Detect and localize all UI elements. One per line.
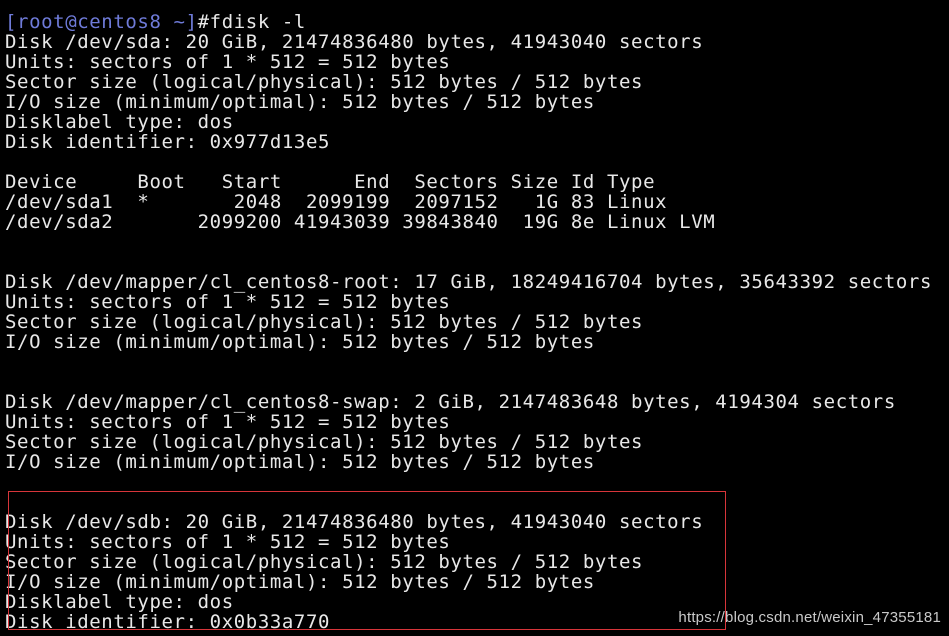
terminal-line: Sector size (logical/physical): 512 byte… [5, 311, 644, 333]
terminal-line: Sector size (logical/physical): 512 byte… [5, 71, 644, 93]
terminal-line: Units: sectors of 1 * 512 = 512 bytes [5, 51, 451, 73]
terminal-window[interactable]: [root@centos8 ~]#fdisk -l Disk /dev/sda:… [0, 0, 949, 636]
terminal-line: I/O size (minimum/optimal): 512 bytes / … [5, 91, 595, 113]
terminal-line: Disk identifier: 0x977d13e5 [5, 131, 331, 153]
partition-row: /dev/sda1 * 2048 2099199 2097152 1G 83 L… [5, 191, 668, 213]
terminal-line: Sector size (logical/physical): 512 byte… [5, 431, 644, 453]
terminal-line: I/O size (minimum/optimal): 512 bytes / … [5, 571, 595, 593]
terminal-line: Disk /dev/mapper/cl_centos8-root: 17 GiB… [5, 271, 932, 293]
terminal-line: Units: sectors of 1 * 512 = 512 bytes [5, 531, 451, 553]
terminal-output: [root@centos8 ~]#fdisk -l Disk /dev/sda:… [5, 0, 932, 632]
terminal-line: Disk /dev/mapper/cl_centos8-swap: 2 GiB,… [5, 391, 896, 413]
terminal-line: Disklabel type: dos [5, 111, 234, 133]
terminal-line: Sector size (logical/physical): 512 byte… [5, 551, 644, 573]
watermark: https://blog.csdn.net/weixin_47355181 [678, 609, 941, 626]
prompt-line: [root@centos8 ~]#fdisk -l [5, 12, 932, 32]
terminal-line: Units: sectors of 1 * 512 = 512 bytes [5, 291, 451, 313]
terminal-line: I/O size (minimum/optimal): 512 bytes / … [5, 331, 595, 353]
terminal-line: Disk /dev/sdb: 20 GiB, 21474836480 bytes… [5, 511, 704, 533]
partition-row: /dev/sda2 2099200 41943039 39843840 19G … [5, 211, 716, 233]
terminal-line: Disk /dev/sda: 20 GiB, 21474836480 bytes… [5, 31, 704, 53]
shell-prompt: [root@centos8 ~] [5, 11, 198, 33]
shell-command: #fdisk -l [197, 11, 306, 33]
terminal-line: I/O size (minimum/optimal): 512 bytes / … [5, 451, 595, 473]
terminal-line: Units: sectors of 1 * 512 = 512 bytes [5, 411, 451, 433]
partition-table-header: Device Boot Start End Sectors Size Id Ty… [5, 171, 656, 193]
